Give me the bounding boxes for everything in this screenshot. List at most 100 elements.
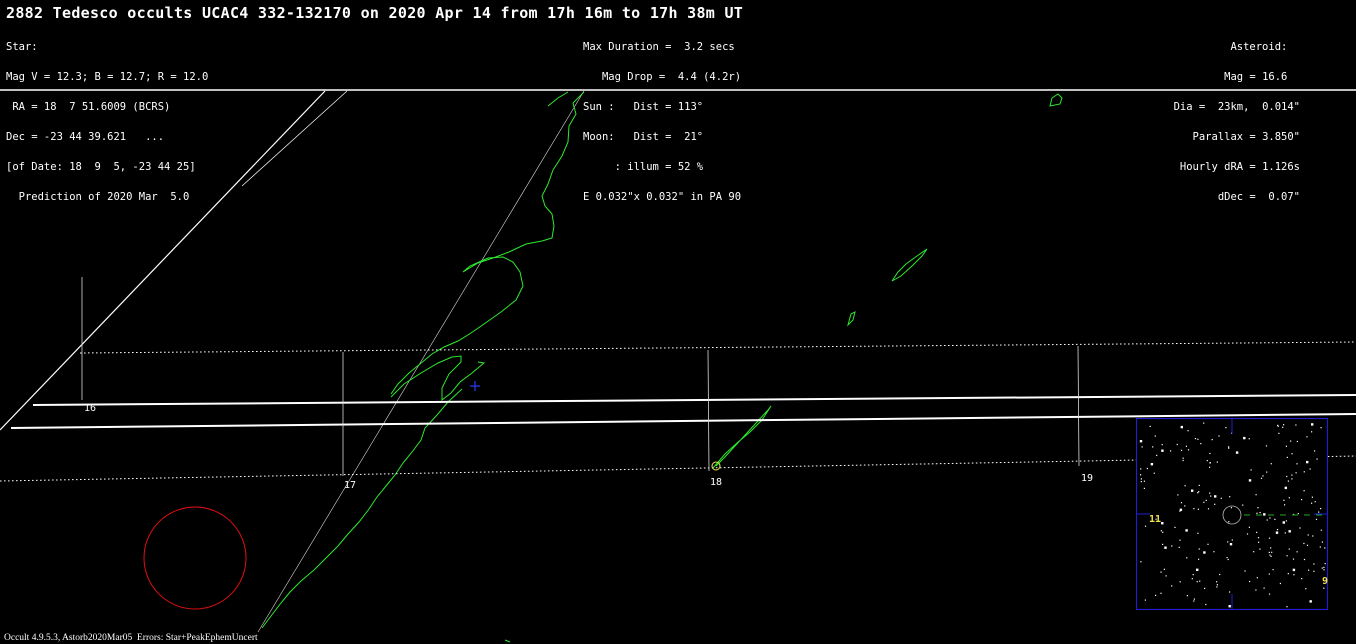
star-dot bbox=[1193, 508, 1195, 510]
star-dot bbox=[1216, 461, 1218, 463]
star-dot bbox=[1161, 449, 1164, 452]
star-dot bbox=[1193, 600, 1195, 602]
star-dot bbox=[1314, 450, 1316, 452]
star-dot bbox=[1230, 507, 1232, 509]
star-dot bbox=[1193, 598, 1195, 600]
star-dot bbox=[1187, 430, 1189, 432]
star-dot bbox=[1140, 561, 1142, 563]
star-dot bbox=[1185, 445, 1187, 447]
star-dot bbox=[1269, 517, 1271, 519]
star-dot bbox=[1165, 575, 1167, 577]
star-dot bbox=[1263, 513, 1266, 516]
star-dot bbox=[1291, 478, 1293, 480]
time-tick-label: 16 bbox=[84, 403, 96, 414]
star-dot bbox=[1307, 534, 1309, 536]
star-dot bbox=[1321, 541, 1323, 543]
star-dot bbox=[1210, 495, 1212, 497]
star-dot bbox=[1321, 567, 1323, 569]
star-dot bbox=[1139, 440, 1143, 443]
star-dot bbox=[1320, 427, 1322, 429]
star-dot bbox=[1311, 496, 1313, 498]
star-dot bbox=[1256, 577, 1258, 579]
star-dot bbox=[1220, 497, 1222, 499]
star-dot bbox=[1229, 496, 1231, 498]
star-dot bbox=[1268, 593, 1271, 595]
star-dot bbox=[1186, 595, 1188, 597]
star-dot bbox=[1156, 454, 1158, 456]
star-dot bbox=[1301, 578, 1303, 580]
star-dot bbox=[1198, 548, 1200, 550]
star-dot bbox=[1275, 531, 1279, 534]
time-tick-mark bbox=[1077, 345, 1080, 467]
star-dot bbox=[1256, 531, 1258, 533]
star-dot bbox=[1324, 563, 1326, 565]
star-dot bbox=[1171, 545, 1173, 547]
star-dot bbox=[1296, 463, 1298, 465]
star-dot bbox=[1209, 452, 1211, 455]
star-dot bbox=[1191, 489, 1194, 492]
star-dot bbox=[1197, 492, 1199, 494]
earth-limb-line bbox=[241, 90, 348, 187]
star-dot bbox=[1246, 533, 1249, 535]
footer-credit: Occult 4.9.5.3, Astorb2020Mar05 Errors: … bbox=[4, 633, 258, 643]
star-dot bbox=[1303, 490, 1305, 492]
star-dot bbox=[1231, 539, 1233, 541]
star-dot bbox=[1155, 594, 1157, 596]
star-dot bbox=[1198, 558, 1200, 560]
star-dot bbox=[1288, 548, 1290, 550]
star-dot bbox=[1211, 439, 1213, 441]
earth-limb-line bbox=[0, 90, 326, 431]
star-dot bbox=[1143, 487, 1145, 489]
star-dot bbox=[1186, 557, 1188, 559]
star-dot bbox=[1179, 581, 1181, 583]
coastline bbox=[390, 355, 486, 402]
star-dot bbox=[1258, 541, 1260, 543]
coastline bbox=[1049, 93, 1063, 107]
star-dot bbox=[1244, 570, 1246, 572]
star-dot bbox=[1197, 438, 1199, 440]
star-dot bbox=[1292, 568, 1296, 572]
star-dot bbox=[1178, 546, 1180, 548]
star-dot bbox=[1268, 573, 1270, 575]
star-dot bbox=[1286, 606, 1288, 608]
star-dot bbox=[1303, 558, 1306, 561]
star-dot bbox=[1270, 547, 1272, 549]
star-dot bbox=[1197, 532, 1199, 534]
star-dot bbox=[1266, 471, 1268, 473]
star-dot bbox=[1162, 531, 1164, 533]
star-dot bbox=[1263, 587, 1265, 589]
star-dot bbox=[1216, 584, 1218, 586]
star-dot bbox=[1207, 543, 1209, 545]
star-dot bbox=[1143, 480, 1145, 482]
star-dot bbox=[1265, 445, 1268, 447]
star-dot bbox=[1257, 507, 1259, 509]
star-dot bbox=[1277, 424, 1279, 426]
star-dot bbox=[1279, 582, 1281, 585]
star-dot bbox=[1291, 474, 1293, 476]
terminator-line bbox=[257, 90, 585, 633]
star-dot bbox=[1311, 502, 1313, 504]
star-dot bbox=[1227, 558, 1229, 561]
star-dot bbox=[1288, 530, 1291, 533]
star-dot bbox=[1176, 443, 1178, 446]
star-dot bbox=[1182, 457, 1184, 459]
star-dot bbox=[1316, 458, 1318, 460]
star-dot bbox=[1262, 475, 1264, 477]
star-dot bbox=[1170, 450, 1172, 452]
star-dot bbox=[1290, 440, 1292, 442]
star-dot bbox=[1274, 518, 1276, 520]
star-dot bbox=[1293, 574, 1295, 576]
star-dot bbox=[1253, 551, 1255, 553]
star-dot bbox=[1287, 573, 1289, 575]
star-dot bbox=[1296, 440, 1298, 443]
star-dot bbox=[1213, 551, 1215, 553]
star-dot bbox=[1278, 432, 1280, 434]
star-dot bbox=[1163, 568, 1165, 570]
star-dot bbox=[1286, 456, 1288, 458]
center-point-marker bbox=[470, 381, 480, 391]
star-dot bbox=[1229, 591, 1231, 593]
star-dot bbox=[1271, 551, 1273, 553]
star-dot bbox=[1287, 480, 1289, 482]
star-dot bbox=[1272, 569, 1274, 571]
moon-circle bbox=[143, 506, 247, 610]
